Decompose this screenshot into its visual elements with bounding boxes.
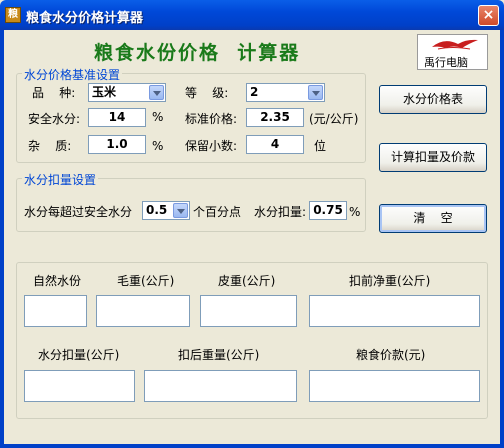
safe-moisture-unit: % — [152, 110, 164, 124]
safe-moisture-input[interactable]: 14 — [88, 108, 146, 127]
decimals-input[interactable]: 4 — [246, 135, 304, 154]
moisture-deduction-output[interactable] — [24, 370, 135, 402]
standard-settings-label: 水分价格基准设置 — [22, 66, 123, 83]
deduction-settings-label: 水分扣量设置 — [22, 171, 99, 188]
logo-text: 禹行电脑 — [424, 56, 468, 69]
price-table-button[interactable]: 水分价格表 — [379, 85, 487, 114]
app-icon: 粮 — [5, 7, 21, 23]
impurity-unit: % — [152, 139, 164, 153]
gross-weight-input[interactable] — [96, 295, 190, 327]
clear-button[interactable]: 清 空 — [379, 204, 487, 233]
chevron-down-icon[interactable] — [173, 203, 188, 218]
weight-after-output[interactable] — [144, 370, 297, 402]
moisture-deduction-label: 水分扣量(公斤) — [38, 348, 120, 362]
brand-logo: 禹行电脑 — [417, 34, 488, 70]
natural-moisture-label: 自然水份 — [33, 274, 82, 288]
std-price-label: 标准价格: — [185, 112, 238, 126]
variety-label: 品 种: — [32, 86, 76, 100]
std-price-unit: (元/公斤) — [309, 112, 359, 126]
gross-weight-label: 毛重(公斤) — [117, 274, 175, 288]
window-frame-left — [0, 30, 4, 448]
net-before-output[interactable] — [309, 295, 480, 327]
variety-value: 玉米 — [92, 85, 117, 99]
calculate-button[interactable]: 计算扣量及价款 — [379, 143, 487, 172]
tare-weight-label: 皮重(公斤) — [218, 274, 276, 288]
window-frame-bottom — [0, 444, 504, 448]
moisture-over-select[interactable]: 0.5 — [142, 201, 190, 220]
window-frame-right — [500, 30, 504, 448]
moisture-deduct-label: 水分扣量: — [254, 205, 307, 219]
decimals-unit: 位 — [314, 139, 327, 153]
moisture-over-unit: 个百分点 — [193, 205, 242, 219]
moisture-over-value: 0.5 — [146, 203, 168, 217]
natural-moisture-input[interactable] — [24, 295, 87, 327]
moisture-deduct-input[interactable]: 0.75 — [309, 201, 347, 220]
net-before-label: 扣前净重(公斤) — [349, 274, 431, 288]
grade-value: 2 — [250, 85, 259, 99]
impurity-label: 杂 质: — [28, 139, 72, 153]
chevron-down-icon[interactable] — [308, 85, 323, 100]
variety-select[interactable]: 玉米 — [88, 83, 166, 102]
window-title: 粮食水分价格计算器 — [26, 11, 144, 26]
std-price-input[interactable]: 2.35 — [246, 108, 304, 127]
bird-logo-icon — [432, 39, 478, 50]
chevron-down-icon[interactable] — [149, 85, 164, 100]
safe-moisture-label: 安全水分: — [28, 112, 81, 126]
title-bar[interactable]: 粮 粮食水分价格计算器 × — [0, 0, 504, 30]
grade-select[interactable]: 2 — [246, 83, 325, 102]
moisture-over-label: 水分每超过安全水分 — [24, 205, 133, 219]
app-heading: 粮食水份价格 计算器 — [94, 42, 301, 64]
moisture-deduct-unit: % — [349, 205, 361, 219]
decimals-label: 保留小数: — [185, 139, 238, 153]
close-button[interactable]: × — [478, 5, 499, 26]
impurity-input[interactable]: 1.0 — [88, 135, 146, 154]
grain-price-output[interactable] — [309, 370, 480, 402]
grain-price-label: 粮食价款(元) — [356, 348, 426, 362]
grade-label: 等 级: — [185, 86, 229, 100]
weight-after-label: 扣后重量(公斤) — [178, 348, 260, 362]
tare-weight-input[interactable] — [200, 295, 297, 327]
